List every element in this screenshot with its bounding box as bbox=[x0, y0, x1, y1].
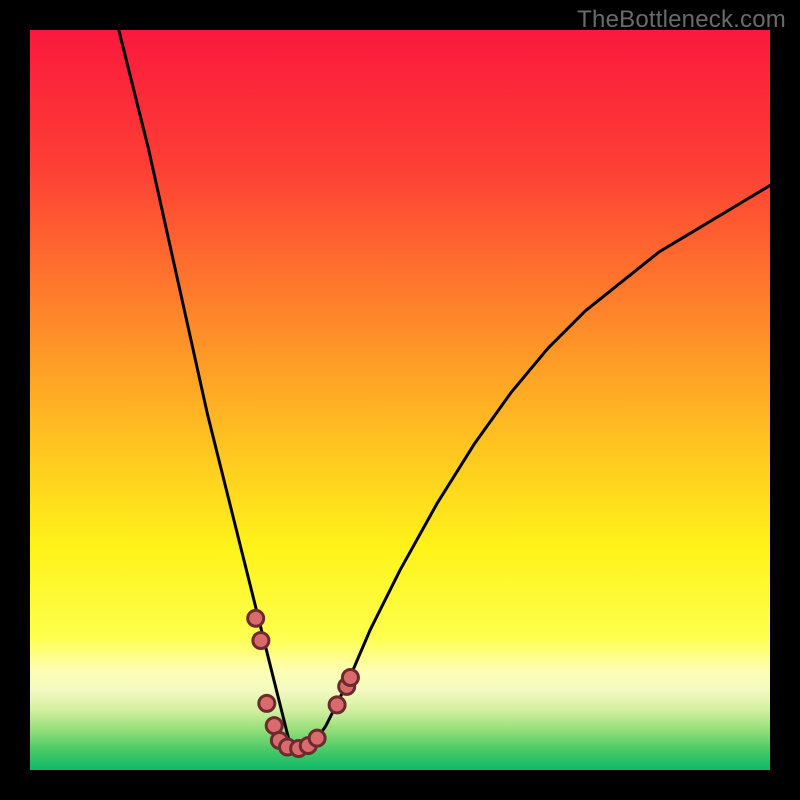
data-marker bbox=[342, 670, 358, 686]
data-marker bbox=[309, 730, 325, 746]
watermark-text: TheBottleneck.com bbox=[577, 6, 786, 34]
plot-area bbox=[30, 30, 770, 770]
data-marker bbox=[259, 695, 275, 711]
data-marker bbox=[248, 610, 264, 626]
gradient-background bbox=[30, 30, 770, 770]
data-marker bbox=[329, 697, 345, 713]
data-marker bbox=[253, 633, 269, 649]
chart-frame: TheBottleneck.com bbox=[0, 0, 800, 800]
bottleneck-curve-chart bbox=[30, 30, 770, 770]
